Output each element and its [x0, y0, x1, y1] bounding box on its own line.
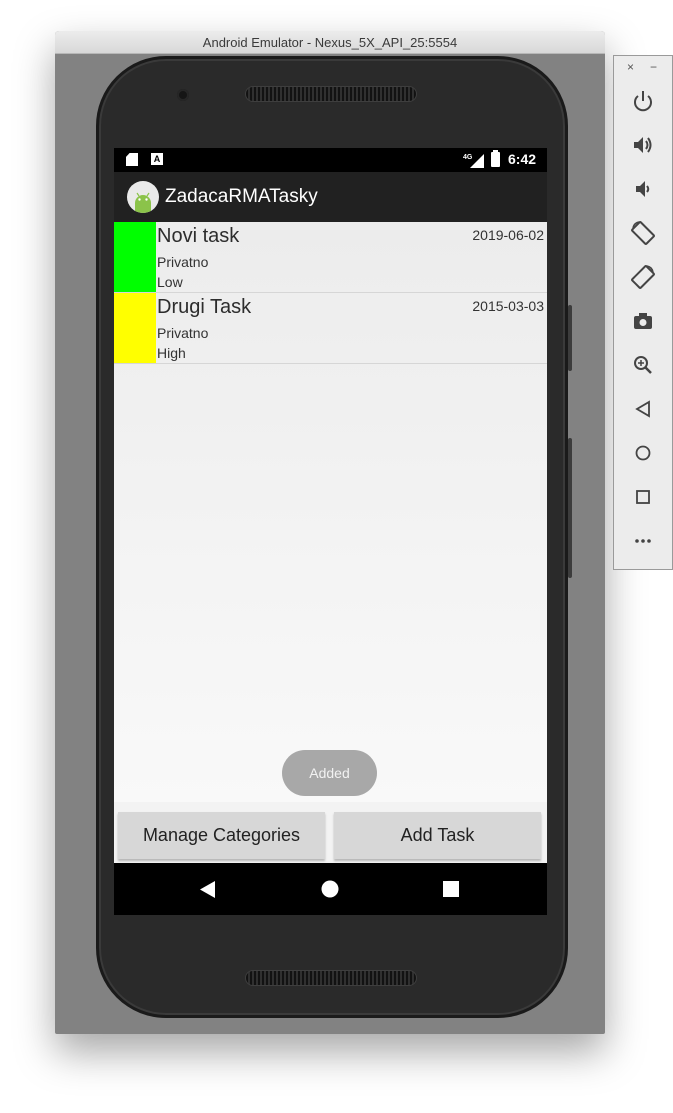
volume-up-icon[interactable] [630, 132, 656, 158]
task-date: 2019-06-02 [472, 227, 544, 243]
rotate-right-icon[interactable] [630, 264, 656, 290]
more-icon[interactable] [630, 528, 656, 554]
volume-down-icon[interactable] [630, 176, 656, 202]
back-icon[interactable] [200, 881, 216, 898]
overview-icon[interactable] [630, 484, 656, 510]
task-category: Privatno [157, 325, 209, 341]
sd-card-icon [126, 153, 138, 166]
task-color-swatch [114, 293, 156, 363]
task-name: Novi task [157, 225, 240, 247]
app-title: ZadacaRMATasky [165, 186, 318, 207]
top-speaker [245, 86, 417, 102]
task-date: 2015-03-03 [472, 298, 544, 314]
navigation-bar [114, 863, 547, 915]
task-name: Drugi Task [157, 296, 252, 318]
keyboard-a-icon: A [151, 153, 163, 165]
front-camera [177, 89, 189, 101]
phone-side-button-volume [568, 438, 572, 578]
camera-icon[interactable] [630, 308, 656, 334]
home-icon[interactable] [630, 440, 656, 466]
bottom-speaker [245, 970, 417, 986]
add-task-button[interactable]: Add Task [334, 812, 541, 859]
manage-categories-button[interactable]: Manage Categories [118, 812, 325, 859]
rotate-left-icon[interactable] [630, 220, 656, 246]
task-row[interactable]: Drugi Task 2015-03-03 Privatno High [114, 293, 547, 364]
minimize-button[interactable]: − [650, 60, 657, 74]
power-icon[interactable] [630, 88, 656, 114]
battery-icon [491, 150, 500, 167]
back-icon[interactable] [630, 396, 656, 422]
phone-side-button-top [568, 305, 572, 371]
status-time: 6:42 [508, 151, 537, 167]
android-app-icon [127, 181, 159, 213]
action-bar: ZadacaRMATasky [114, 172, 547, 222]
toast-message: Added [282, 750, 377, 796]
emulator-toolbar: × − [613, 55, 673, 570]
zoom-icon[interactable] [630, 352, 656, 378]
task-priority: High [157, 345, 186, 361]
task-category: Privatno [157, 254, 209, 270]
task-row[interactable]: Novi task 2019-06-02 Privatno Low [114, 222, 547, 293]
status-bar: A 4G 6:42 [114, 148, 547, 172]
task-list[interactable]: Novi task 2019-06-02 Privatno Low Drugi … [114, 222, 547, 802]
network-type-label: 4G [463, 154, 473, 161]
task-color-swatch [114, 222, 156, 292]
home-icon[interactable] [321, 880, 339, 898]
signal-icon: 4G [463, 154, 484, 168]
recents-icon[interactable] [443, 881, 459, 897]
window-title: Android Emulator - Nexus_5X_API_25:5554 [55, 31, 605, 54]
task-priority: Low [157, 274, 183, 290]
device-screen: A 4G 6:42 ZadacaRMATasky Novi task 2019-… [114, 148, 547, 915]
close-button[interactable]: × [627, 60, 634, 74]
